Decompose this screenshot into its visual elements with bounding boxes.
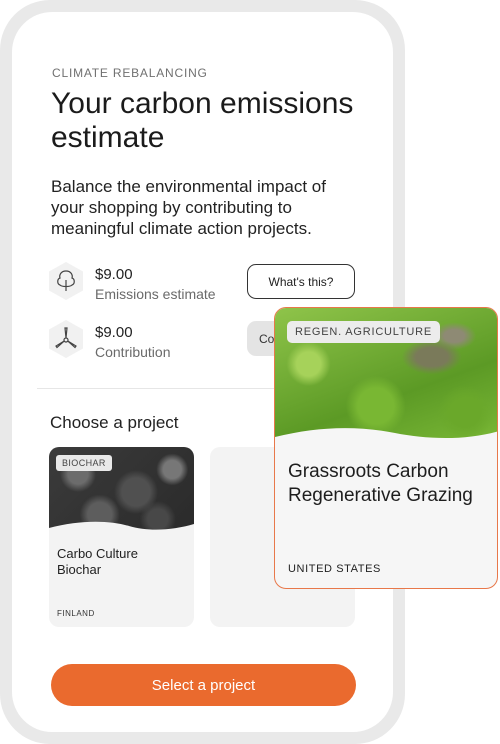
project-category-tag: BIOCHAR [56, 455, 112, 471]
page-description: Balance the environmental impact of your… [51, 177, 326, 238]
project-popup-card[interactable]: REGEN. AGRICULTURE Grassroots Carbon Reg… [274, 307, 498, 589]
whats-this-button[interactable]: What's this? [247, 264, 355, 299]
grazing-land-image: REGEN. AGRICULTURE [275, 308, 497, 449]
tree-icon [45, 260, 87, 302]
page-title: Your carbon emissions estimate [51, 87, 354, 154]
choose-project-heading: Choose a project [50, 413, 179, 432]
eyebrow-label: CLIMATE REBALANCING [52, 66, 208, 80]
select-project-button[interactable]: Select a project [51, 664, 356, 706]
emissions-estimate-value: $9.00 [95, 266, 133, 283]
project-country: FINLAND [57, 609, 95, 618]
biochar-image: BIOCHAR [49, 447, 194, 538]
popup-project-country: UNITED STATES [288, 563, 381, 575]
contribution-label: Contribution [95, 344, 171, 360]
emissions-estimate-label: Emissions estimate [95, 286, 216, 302]
contribution-value: $9.00 [95, 324, 133, 341]
wind-turbine-icon [45, 318, 87, 360]
popup-project-title: Grassroots Carbon Regenerative Grazing [288, 461, 473, 506]
project-card-biochar[interactable]: BIOCHAR Carbo Culture Biochar FINLAND [49, 447, 194, 627]
project-title: Carbo Culture Biochar [57, 546, 138, 577]
popup-category-tag: REGEN. AGRICULTURE [287, 321, 441, 343]
